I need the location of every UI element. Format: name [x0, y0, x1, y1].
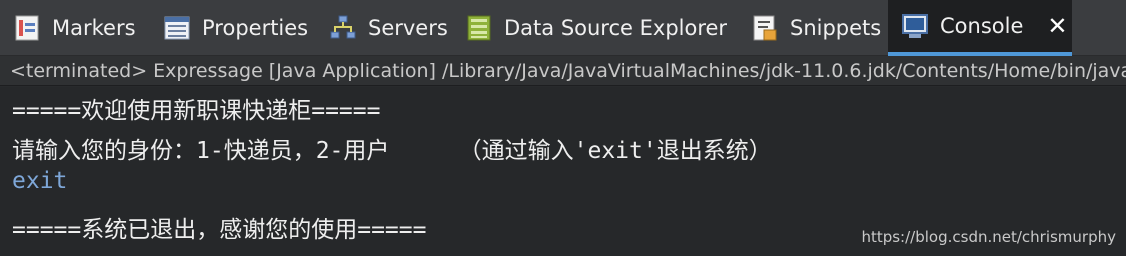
- close-icon[interactable]: ✕: [1047, 14, 1067, 38]
- tab-snippets[interactable]: Snippets: [738, 0, 888, 56]
- properties-icon: [162, 13, 192, 43]
- console-line: =====系统已退出，感谢您的使用=====: [12, 217, 427, 243]
- console-line: 请输入您的身份：1-快递员，2-用户 （通过输入'exit'退出系统）: [12, 138, 772, 164]
- snippets-icon: [750, 13, 780, 43]
- tab-properties[interactable]: Properties: [150, 0, 316, 56]
- tab-markers[interactable]: Markers: [0, 0, 150, 56]
- tab-label: Snippets: [790, 16, 882, 40]
- tab-servers[interactable]: Servers: [316, 0, 452, 56]
- servers-icon: [328, 13, 358, 43]
- console-input-line: exit: [12, 168, 68, 194]
- console-status-line: <terminated> Expressage [Java Applicatio…: [0, 56, 1126, 86]
- tab-label: Data Source Explorer: [504, 16, 728, 40]
- tab-label: Properties: [202, 16, 309, 40]
- view-tab-bar: Markers Properties Servers Data Source E…: [0, 0, 1126, 56]
- tab-console[interactable]: Console ✕: [888, 0, 1072, 56]
- watermark: https://blog.csdn.net/chrismurphy: [861, 228, 1116, 246]
- data-source-explorer-icon: [464, 13, 494, 43]
- tab-label: Servers: [368, 16, 448, 40]
- markers-icon: [12, 13, 42, 43]
- tab-label: Markers: [52, 16, 136, 40]
- tab-label: Console: [940, 14, 1024, 38]
- console-icon: [900, 11, 930, 41]
- console-output[interactable]: =====欢迎使用新职课快递柜===== 请输入您的身份：1-快递员，2-用户 …: [0, 87, 1126, 256]
- console-line: =====欢迎使用新职课快递柜=====: [12, 98, 381, 124]
- tab-data-source-explorer[interactable]: Data Source Explorer: [452, 0, 738, 56]
